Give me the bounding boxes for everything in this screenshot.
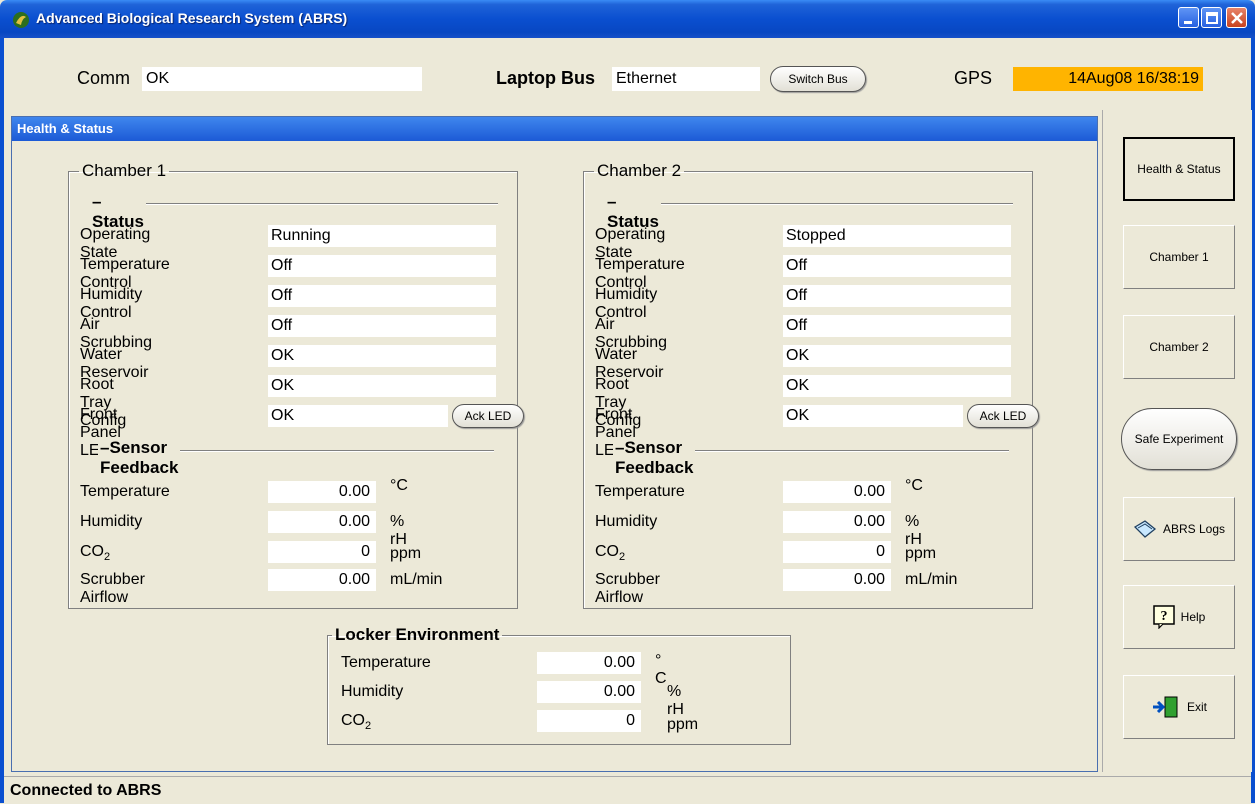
co2-unit: ppm <box>390 545 422 562</box>
scrubber-airflow-unit: mL/min <box>390 571 443 588</box>
panel-title: Health & Status <box>12 117 1097 141</box>
co2-unit: ppm <box>905 545 937 562</box>
svg-text:?: ? <box>1160 609 1167 624</box>
humidity-label: Humidity <box>595 513 658 530</box>
air-scrubbing-value: Off <box>268 315 496 337</box>
window-frame-left <box>0 38 4 803</box>
humidity-unit: % rH <box>390 513 407 548</box>
front-panel-led-value: OK <box>783 405 963 427</box>
locker-temperature-unit: ° C <box>655 652 667 687</box>
temperature-value: 0.00 <box>783 481 891 503</box>
window-title: Advanced Biological Research System (ABR… <box>36 10 348 26</box>
co2-value: 0 <box>268 541 376 563</box>
co2-value: 0 <box>783 541 891 563</box>
status-divider <box>90 203 498 205</box>
maximize-button[interactable] <box>1201 7 1222 28</box>
water-reservoir-value: OK <box>268 345 496 367</box>
scrubber-airflow-value: 0.00 <box>268 569 376 591</box>
chamber-2-nav-label: Chamber 2 <box>1149 340 1209 354</box>
humidity-value: 0.00 <box>783 511 891 533</box>
health-status-panel: Health & Status Chamber 1 –Status Operat… <box>11 116 1098 772</box>
operating-state-value: Stopped <box>783 225 1011 247</box>
maximize-icon <box>1206 12 1218 24</box>
navigation-panel: Health & Status Chamber 1 Chamber 2 Safe… <box>1102 110 1252 772</box>
close-icon <box>1231 12 1243 24</box>
operating-state-value: Running <box>268 225 496 247</box>
help-question-icon: ? <box>1152 605 1175 629</box>
chamber-1-nav-button[interactable]: Chamber 1 <box>1123 225 1235 289</box>
chamber-1-nav-label: Chamber 1 <box>1149 250 1209 264</box>
locker-temperature-label: Temperature <box>341 654 431 671</box>
locker-co2-label: CO2 <box>341 712 372 733</box>
health-status-nav-label: Health & Status <box>1137 162 1221 176</box>
minimize-button[interactable] <box>1178 7 1199 28</box>
exit-label: Exit <box>1186 700 1207 714</box>
temperature-label: Temperature <box>595 483 685 500</box>
minimize-icon <box>1184 21 1192 24</box>
abrs-logs-label: ABRS Logs <box>1162 522 1226 536</box>
logs-book-icon <box>1133 520 1157 538</box>
co2-label: CO2 <box>80 543 111 564</box>
abrs-logs-button[interactable]: ABRS Logs <box>1123 497 1235 561</box>
safe-experiment-button[interactable]: Safe Experiment <box>1121 408 1237 470</box>
gps-time-field: 14Aug08 16/38:19 <box>1013 67 1203 91</box>
scrubber-airflow-label: Scrubber Airflow <box>80 571 145 606</box>
sensor-feedback-heading: –Sensor Feedback <box>98 438 181 478</box>
laptop-bus-label: Laptop Bus <box>496 68 595 88</box>
locker-humidity-label: Humidity <box>341 683 404 700</box>
humidity-label: Humidity <box>80 513 143 530</box>
app-plant-icon <box>13 12 29 28</box>
status-divider <box>605 203 1013 205</box>
comm-status-field: OK <box>142 67 422 91</box>
chamber-2-nav-button[interactable]: Chamber 2 <box>1123 315 1235 379</box>
temperature-unit: °C <box>905 477 923 494</box>
connection-status-text: Connected to ABRS <box>10 782 162 799</box>
root-tray-config-value: OK <box>783 375 1011 397</box>
ack-led-button[interactable]: Ack LED <box>452 404 524 428</box>
gps-label: GPS <box>954 68 993 88</box>
scrubber-airflow-label: Scrubber Airflow <box>595 571 660 606</box>
air-scrubbing-value: Off <box>783 315 1011 337</box>
ack-led-button[interactable]: Ack LED <box>967 404 1039 428</box>
humidity-control-value: Off <box>783 285 1011 307</box>
front-panel-led-value: OK <box>268 405 448 427</box>
co2-label: CO2 <box>595 543 626 564</box>
status-bar: Connected to ABRS <box>4 776 1251 804</box>
switch-bus-button[interactable]: Switch Bus <box>770 66 866 92</box>
water-reservoir-value: OK <box>783 345 1011 367</box>
locker-co2-value: 0 <box>537 710 641 732</box>
exit-button[interactable]: Exit <box>1123 675 1235 739</box>
title-bar[interactable]: Advanced Biological Research System (ABR… <box>0 0 1255 38</box>
comm-label: Comm <box>77 68 130 88</box>
scrubber-airflow-value: 0.00 <box>783 569 891 591</box>
close-button[interactable] <box>1226 7 1247 28</box>
humidity-control-value: Off <box>268 285 496 307</box>
temperature-control-value: Off <box>783 255 1011 277</box>
help-button[interactable]: ? Help <box>1123 585 1235 649</box>
temperature-value: 0.00 <box>268 481 376 503</box>
temperature-unit: °C <box>390 477 408 494</box>
exit-door-icon <box>1152 696 1178 718</box>
laptop-bus-field: Ethernet <box>612 67 760 91</box>
sensor-feedback-heading: –Sensor Feedback <box>613 438 696 478</box>
locker-temperature-value: 0.00 <box>537 652 641 674</box>
chamber-1-title: Chamber 1 <box>82 161 167 180</box>
help-label: Help <box>1180 610 1206 624</box>
locker-co2-unit: ppm <box>667 716 699 733</box>
root-tray-config-value: OK <box>268 375 496 397</box>
chamber-2-title: Chamber 2 <box>597 161 682 180</box>
scrubber-airflow-unit: mL/min <box>905 571 958 588</box>
locker-humidity-value: 0.00 <box>537 681 641 703</box>
safe-experiment-label: Safe Experiment <box>1134 432 1224 446</box>
humidity-value: 0.00 <box>268 511 376 533</box>
health-status-nav-button[interactable]: Health & Status <box>1123 137 1235 201</box>
locker-environment-title: Locker Environment <box>335 625 500 644</box>
locker-humidity-unit: % rH <box>667 683 684 718</box>
humidity-unit: % rH <box>905 513 922 548</box>
temperature-label: Temperature <box>80 483 170 500</box>
temperature-control-value: Off <box>268 255 496 277</box>
